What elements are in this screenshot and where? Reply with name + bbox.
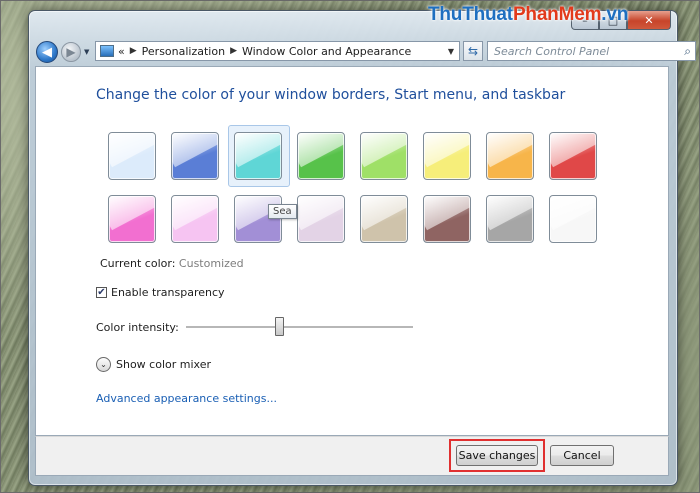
current-color-value: Customized bbox=[178, 257, 244, 270]
refresh-button[interactable]: ⇆ bbox=[463, 41, 483, 61]
page-title: Change the color of your window borders,… bbox=[96, 87, 566, 103]
watermark-logo: ThuThuatPhanMem.vn bbox=[428, 4, 629, 25]
color-swatch-leaf[interactable] bbox=[297, 132, 345, 180]
control-panel-window: – □ ✕ ◀ ▶ ▼ « ▶ Personalization ▶ Window… bbox=[28, 10, 696, 486]
color-swatch-taupe[interactable] bbox=[360, 195, 408, 243]
address-bar[interactable]: « ▶ Personalization ▶ Window Color and A… bbox=[95, 41, 460, 61]
refresh-icon: ⇆ bbox=[467, 44, 479, 58]
address-overflow[interactable]: « bbox=[118, 45, 125, 58]
expand-chevron-icon[interactable]: ⌄ bbox=[96, 357, 111, 372]
color-intensity-label: Color intensity: bbox=[96, 321, 179, 334]
crumb-separator-icon[interactable]: ▶ bbox=[230, 46, 237, 56]
color-swatch-lime[interactable] bbox=[360, 132, 408, 180]
color-swatch-fuchsia[interactable] bbox=[108, 195, 156, 243]
color-swatch-chocolate[interactable] bbox=[423, 195, 471, 243]
control-panel-icon bbox=[100, 45, 114, 57]
advanced-appearance-link[interactable]: Advanced appearance settings... bbox=[96, 392, 277, 405]
enable-transparency-checkbox[interactable]: ✔ Enable transparency bbox=[96, 286, 225, 299]
search-input[interactable]: Search Control Panel ⌕ bbox=[487, 41, 696, 61]
color-intensity-track[interactable] bbox=[186, 326, 413, 329]
color-swatch-sun[interactable] bbox=[423, 132, 471, 180]
save-changes-button[interactable]: Save changes bbox=[456, 445, 538, 466]
color-swatch-sea[interactable] bbox=[234, 132, 282, 180]
color-swatch-violet[interactable] bbox=[234, 195, 282, 243]
back-button[interactable]: ◀ bbox=[36, 41, 58, 63]
recent-pages-chevron-icon[interactable]: ▼ bbox=[84, 48, 89, 56]
color-swatch-slate[interactable] bbox=[486, 195, 534, 243]
cancel-button[interactable]: Cancel bbox=[550, 445, 614, 466]
crumb-separator-icon[interactable]: ▶ bbox=[130, 46, 137, 56]
color-swatch-blush[interactable] bbox=[171, 195, 219, 243]
show-color-mixer-toggle[interactable]: ⌄ Show color mixer bbox=[96, 357, 211, 372]
enable-transparency-label[interactable]: Enable transparency bbox=[111, 286, 225, 299]
color-swatch-ruby[interactable] bbox=[549, 132, 597, 180]
current-color: Current color: Customized bbox=[100, 257, 244, 270]
color-swatch-lavender[interactable] bbox=[297, 195, 345, 243]
search-placeholder: Search Control Panel bbox=[494, 44, 610, 58]
color-swatch-pumpkin[interactable] bbox=[486, 132, 534, 180]
content-pane: Change the color of your window borders,… bbox=[35, 66, 669, 436]
dialog-footer: Save changes Cancel bbox=[35, 436, 669, 476]
search-icon[interactable]: ⌕ bbox=[684, 44, 691, 59]
breadcrumb-personalization[interactable]: Personalization bbox=[142, 45, 225, 58]
checkbox-check-icon[interactable]: ✔ bbox=[96, 287, 107, 298]
color-swatch-sky[interactable] bbox=[108, 132, 156, 180]
swatch-tooltip: Sea bbox=[268, 204, 297, 219]
forward-button[interactable]: ▶ bbox=[61, 42, 81, 62]
color-swatch-twilight[interactable] bbox=[171, 132, 219, 180]
color-intensity-slider-thumb[interactable] bbox=[275, 317, 285, 336]
current-color-label: Current color: bbox=[100, 257, 176, 270]
close-button[interactable]: ✕ bbox=[627, 11, 671, 30]
breadcrumb-window-color[interactable]: Window Color and Appearance bbox=[242, 45, 411, 58]
color-swatch-frost[interactable] bbox=[549, 195, 597, 243]
address-dropdown-icon[interactable]: ▼ bbox=[443, 47, 459, 56]
show-color-mixer-label[interactable]: Show color mixer bbox=[116, 358, 211, 371]
